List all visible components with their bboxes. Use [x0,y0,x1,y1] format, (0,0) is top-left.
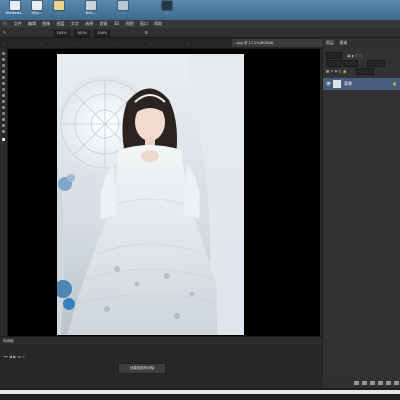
link-layers-icon[interactable] [354,381,359,385]
layer-filter-row: ▣ ◐ T ▢ [326,52,396,59]
healing-tool-icon[interactable] [2,88,5,91]
desktop-icon[interactable]: iQiyi... [26,0,48,20]
panel-tab-channels[interactable]: 通道 [339,40,347,45]
options-bar: ✎ 100% 100% 100% ⚙ [0,28,400,38]
layer-name: 背景 [344,81,352,86]
fill-input[interactable] [356,68,375,75]
desktop-icon-label: Windows... [5,11,25,15]
desktop-icon[interactable]: ... [112,0,134,20]
eraser-tool-icon[interactable] [2,106,5,109]
create-video-timeline-button[interactable]: 创建视频时间轴 [118,363,166,374]
desktop-icon[interactable]: Windows... [4,0,26,20]
timeline-controls[interactable]: ⏮ ◀ ▶ ⏭ ♪ [4,354,25,359]
mask-icon[interactable] [370,381,375,385]
move-tool-icon[interactable] [2,52,5,55]
layer-row-background[interactable]: 👁 背景 🔒 [323,78,400,90]
crop-tool-icon[interactable] [2,76,5,79]
blend-mode-select[interactable] [326,60,358,67]
document-tab-active[interactable]: ...jpg @ 17.2%(RGB/8) [232,39,324,47]
desktop-strip: Windows... iQiyi... ... DSC... ... ... [0,0,400,20]
eyedropper-tool-icon[interactable] [2,82,5,85]
blend-mode-row [326,60,396,67]
brush-tool-icon[interactable]: ✎ [3,30,6,35]
layers-panel [322,48,400,378]
document-tab[interactable]: ... [185,39,233,47]
opacity-input[interactable] [367,60,386,67]
menu-item-layer[interactable]: 图层 [57,21,65,26]
adjustment-layer-icon[interactable] [378,381,383,385]
new-layer-icon[interactable] [386,381,391,385]
document-tab[interactable]: ... [0,39,38,47]
layers-panel-footer [322,378,400,388]
app-icon [10,1,20,10]
smoothing-field[interactable]: 100% [94,30,111,37]
document-tab[interactable]: ... [37,39,75,47]
menu-item-edit[interactable]: 编辑 [28,21,36,26]
photo-illustration [57,54,244,335]
flow-field[interactable]: 100% [73,30,90,37]
hand-tool-icon[interactable] [2,124,5,127]
fx-icon[interactable] [362,381,367,385]
menu-item-filter[interactable]: 滤镜 [99,21,107,26]
image-icon [86,1,96,10]
marquee-tool-icon[interactable] [2,58,5,61]
opacity-field[interactable]: 100% [53,30,70,37]
text-tool-icon[interactable] [2,118,5,121]
brush-tool-icon[interactable] [2,94,5,97]
menu-item-help[interactable]: 帮助 [154,21,162,26]
menu-item-view[interactable]: 视图 [126,21,134,26]
desktop-icon[interactable]: DSC... [80,0,102,20]
filter-icons[interactable]: ▣ ◐ T ▢ [347,54,362,58]
lock-icons[interactable]: ▦ ✎ ✥ ⊡ 🔒 [326,70,347,74]
tool-bar [0,48,8,348]
trash-icon[interactable] [394,381,399,385]
lock-icon: 🔒 [392,81,397,86]
layer-kind-select[interactable] [326,52,342,59]
quick-select-tool-icon[interactable] [2,70,5,73]
menu-item-file[interactable]: 文件 [14,21,22,26]
desktop-icon-label: iQiyi... [31,11,43,15]
desktop-icon[interactable]: ... [48,0,70,20]
document-tab[interactable]: ... [74,39,112,47]
document-tab-bar: ... ... ... ... ... ... ...jpg @ 17.2%(R… [0,38,324,49]
document-tab[interactable]: ... [148,39,186,47]
timeline-title: 时间轴 [3,339,14,343]
desktop-icon-label: ... [57,11,61,15]
menu-item-image[interactable]: 图像 [42,21,50,26]
panel-tab-layers[interactable]: 图层 [326,40,334,45]
menu-bar: Ps 文件 编辑 图像 图层 文字 选择 滤镜 3D 视图 窗口 帮助 [0,20,400,28]
document-icon [118,1,128,10]
menu-item-type[interactable]: 文字 [71,21,79,26]
menu-item-select[interactable]: 选择 [85,21,93,26]
foreground-color-swatch[interactable] [2,138,5,141]
menu-item-3d[interactable]: 3D [114,21,120,26]
stamp-tool-icon[interactable] [2,100,5,103]
bottom-window-edge [0,390,400,394]
gradient-tool-icon[interactable] [2,112,5,115]
menu-item-window[interactable]: 窗口 [140,21,148,26]
document-photo[interactable] [57,54,244,335]
layer-thumbnail [333,80,341,88]
lasso-tool-icon[interactable] [2,64,5,67]
desktop-icon-label: DSC... [85,11,97,15]
desktop-icon[interactable]: ... [156,0,178,20]
app-icon [162,1,172,10]
gear-icon[interactable]: ⚙ [145,30,149,35]
lock-row: ▦ ✎ ✥ ⊡ 🔒 [326,68,396,75]
zoom-tool-icon[interactable] [2,130,5,133]
document-tab[interactable]: ... [111,39,149,47]
desktop-icon-label: ... [121,11,125,15]
folder-icon [54,1,64,10]
desktop-icon-label: ... [165,11,169,15]
bottom-strip [0,388,400,400]
app-icon [32,1,42,10]
eye-icon[interactable]: 👁 [326,78,331,90]
menu-item-ps[interactable]: Ps [3,21,7,26]
